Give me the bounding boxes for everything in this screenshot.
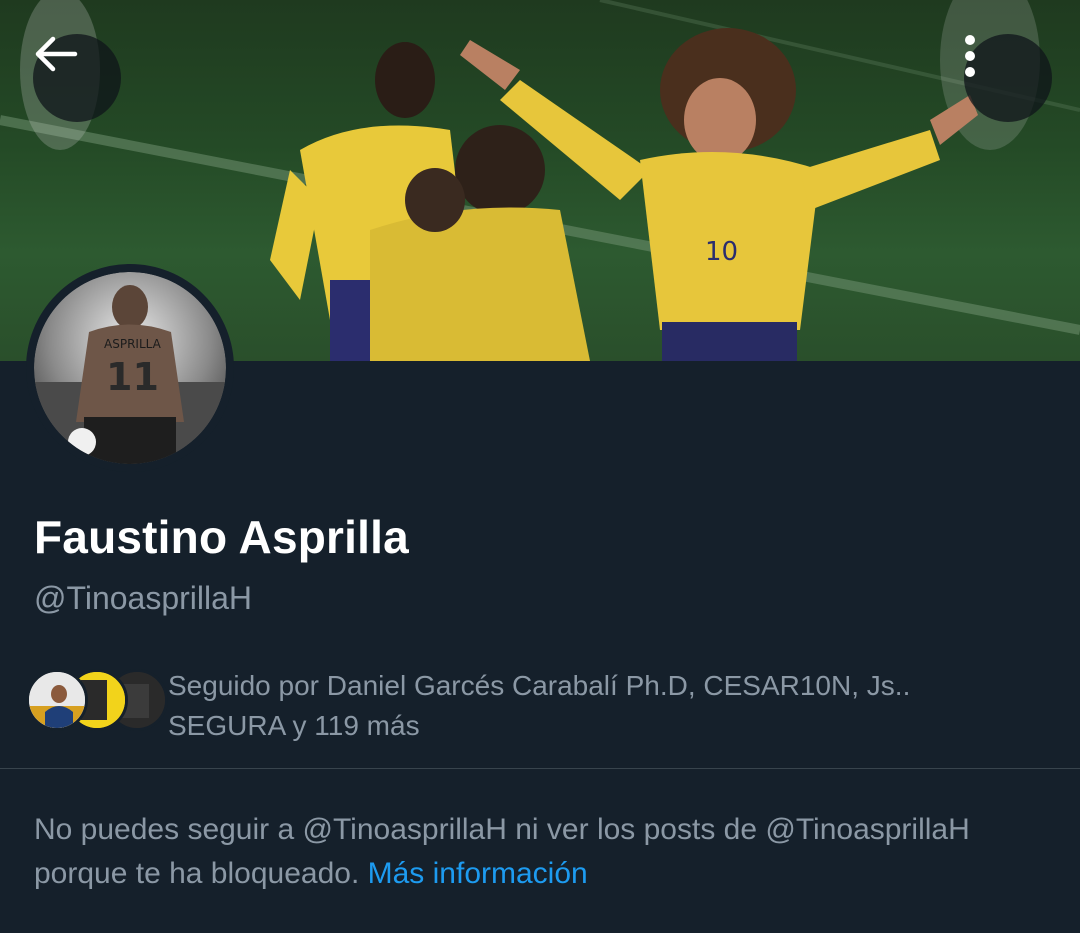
vertical-ellipsis-icon	[965, 35, 975, 77]
followed-by-row[interactable]: Seguido por Daniel Garcés Carabalí Ph.D,…	[26, 664, 1066, 748]
followed-by-text: Seguido por Daniel Garcés Carabalí Ph.D,…	[168, 666, 1048, 746]
section-divider	[0, 768, 1080, 769]
avatar-photo: ASPRILLA 11	[34, 272, 226, 464]
banner-jersey-number: 10	[705, 237, 738, 267]
profile-handle: @TinoasprillaH	[34, 580, 253, 616]
more-info-link[interactable]: Más información	[368, 857, 588, 890]
follower-avatar	[26, 669, 88, 731]
followed-by-line-1: Seguido por Daniel Garcés Carabalí Ph.D,…	[168, 670, 911, 701]
avatar-jersey-number: 11	[106, 355, 159, 399]
back-button[interactable]	[33, 34, 121, 122]
profile-avatar[interactable]: ASPRILLA 11	[26, 264, 234, 472]
profile-display-name: Faustino Asprilla	[34, 511, 409, 563]
more-options-button[interactable]	[964, 34, 1052, 122]
avatar-jersey-name: ASPRILLA	[104, 337, 162, 351]
arrow-left-icon	[35, 36, 78, 72]
followed-by-line-2: SEGURA y 119 más	[168, 710, 420, 741]
blocked-notice: No puedes seguir a @TinoasprillaH ni ver…	[34, 808, 1054, 896]
